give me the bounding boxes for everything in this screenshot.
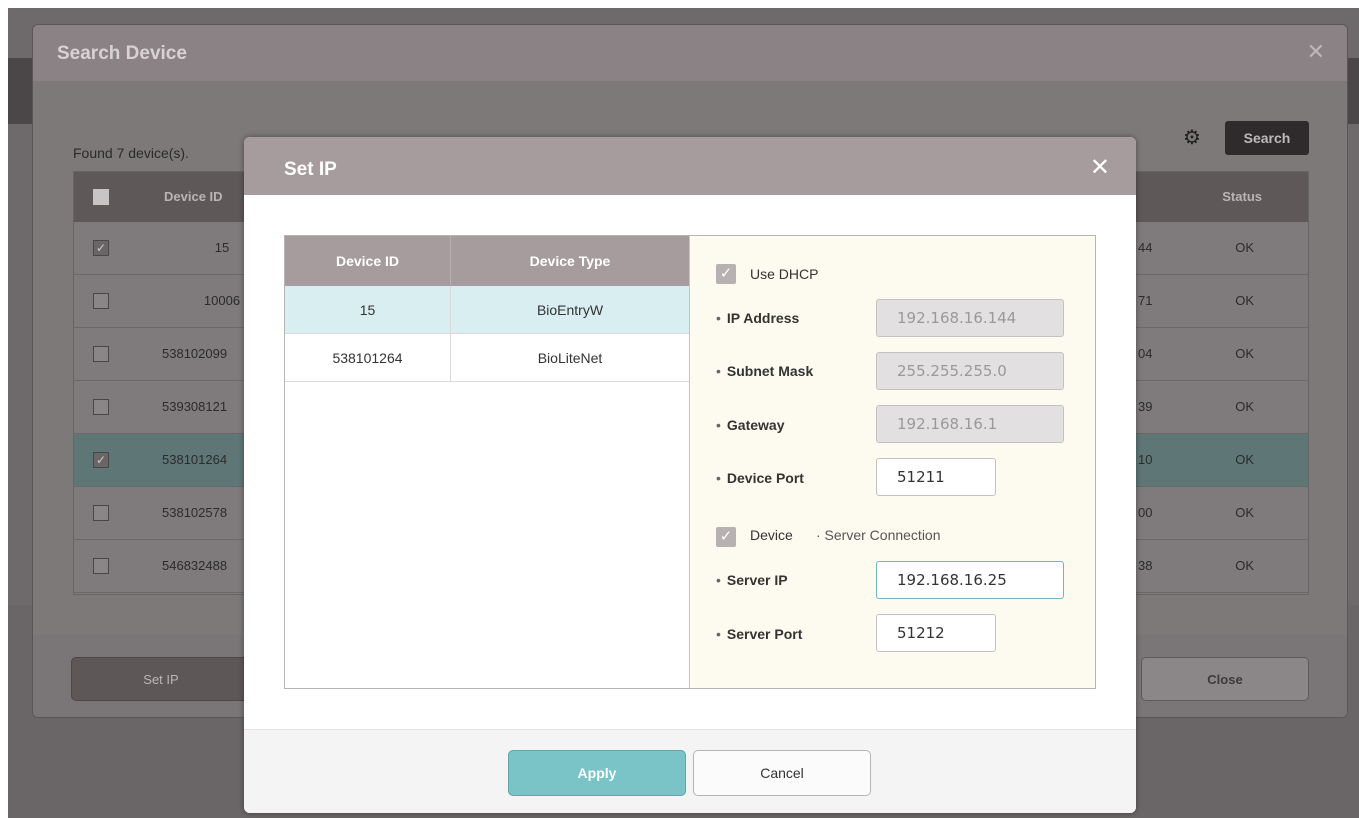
row-ip-address: 04 xyxy=(1138,346,1153,361)
column-header-device-id: Device ID xyxy=(285,236,451,286)
gateway-label-text: Gateway xyxy=(726,417,785,433)
server-ip-label-text: Server IP xyxy=(726,572,788,588)
row-status: OK xyxy=(1235,558,1254,573)
gateway-field[interactable]: 192.168.16.1 xyxy=(876,405,1064,443)
close-button[interactable]: Close xyxy=(1141,657,1309,701)
row-checkbox[interactable] xyxy=(93,293,109,309)
row-status: OK xyxy=(1235,346,1254,361)
server-ip-field[interactable]: 192.168.16.25 xyxy=(876,561,1064,599)
set-ip-panel: Device ID Device Type 15 BioEntryW 53810… xyxy=(284,235,1096,689)
row-status: OK xyxy=(1235,240,1254,255)
row-status: OK xyxy=(1235,399,1254,414)
row-ip-address: 38 xyxy=(1138,558,1153,573)
network-settings-form: ✓ Use DHCP • IP Address 192.168.16.144 • S… xyxy=(690,236,1095,688)
cancel-button[interactable]: Cancel xyxy=(693,750,871,796)
row-checkbox[interactable] xyxy=(93,399,109,415)
server-ip-label: • Server IP xyxy=(716,572,788,588)
subnet-mask-label-text: Subnet Mask xyxy=(726,363,814,379)
ip-address-field[interactable]: 192.168.16.144 xyxy=(876,299,1064,337)
set-ip-title: Set IP xyxy=(284,159,337,180)
device-list: Device ID Device Type 15 BioEntryW 53810… xyxy=(285,236,690,688)
gear-icon[interactable]: ⚙ xyxy=(1183,125,1201,150)
row-ip-address: 10 xyxy=(1138,452,1153,467)
row-checkbox[interactable]: ✓ xyxy=(93,240,109,256)
row-ip-address: 44 xyxy=(1138,240,1153,255)
list-item-device-id: 538101264 xyxy=(285,334,451,382)
row-checkbox[interactable]: ✓ xyxy=(93,452,109,468)
ip-address-label: • IP Address xyxy=(716,310,800,326)
device-port-label-text: Device Port xyxy=(726,470,804,486)
subnet-mask-label: • Subnet Mask xyxy=(716,363,814,379)
list-item-device-id: 15 xyxy=(285,286,451,334)
apply-button[interactable]: Apply xyxy=(508,750,686,796)
search-button[interactable]: Search xyxy=(1225,121,1309,155)
close-icon[interactable]: ✕ xyxy=(1307,39,1325,65)
device-label: Device xyxy=(750,527,793,543)
row-status: OK xyxy=(1235,293,1254,308)
row-checkbox[interactable] xyxy=(93,505,109,521)
device-port-field[interactable]: 51211 xyxy=(876,458,996,496)
set-ip-header: Set IP ✕ xyxy=(244,137,1136,195)
found-count-text: Found 7 device(s). xyxy=(73,145,189,161)
list-item[interactable]: 538101264 BioLiteNet xyxy=(285,334,689,382)
list-item-device-type: BioEntryW xyxy=(536,302,604,318)
row-status: OK xyxy=(1235,505,1254,520)
gateway-label: • Gateway xyxy=(716,417,785,433)
use-dhcp-label: Use DHCP xyxy=(750,266,819,282)
device-list-header: Device ID Device Type xyxy=(285,236,689,286)
server-connection-label: · Server Connection xyxy=(816,527,941,543)
search-device-title: Search Device xyxy=(57,43,187,64)
row-checkbox[interactable] xyxy=(93,558,109,574)
list-item-device-type: BioLiteNet xyxy=(537,350,603,366)
select-all-checkbox[interactable] xyxy=(93,189,109,205)
list-item[interactable]: 15 BioEntryW xyxy=(285,286,689,334)
ip-address-label-text: IP Address xyxy=(726,310,800,326)
device-port-label: • Device Port xyxy=(716,470,804,486)
server-port-label-text: Server Port xyxy=(726,626,803,642)
row-ip-address: 39 xyxy=(1138,399,1153,414)
server-port-field[interactable]: 51212 xyxy=(876,614,996,652)
server-port-label: • Server Port xyxy=(716,626,803,642)
column-header-device-type: Device Type xyxy=(529,253,611,269)
close-icon[interactable]: ✕ xyxy=(1090,153,1110,182)
set-ip-button[interactable]: Set IP xyxy=(71,657,251,701)
row-ip-address: 00 xyxy=(1138,505,1153,520)
row-ip-address: 71 xyxy=(1138,293,1153,308)
set-ip-footer: Apply Cancel xyxy=(244,729,1136,813)
device-server-connection-checkbox[interactable]: ✓ xyxy=(716,527,736,547)
set-ip-dialog: Set IP ✕ Device ID Device Type 15 BioEnt… xyxy=(244,137,1136,813)
row-status: OK xyxy=(1235,452,1254,467)
row-checkbox[interactable] xyxy=(93,346,109,362)
column-header-device-id: Device ID xyxy=(164,189,223,204)
use-dhcp-checkbox[interactable]: ✓ xyxy=(716,264,736,284)
search-device-header: Search Device ✕ xyxy=(33,25,1347,81)
column-header-status: Status xyxy=(1222,189,1262,204)
subnet-mask-field[interactable]: 255.255.255.0 xyxy=(876,352,1064,390)
